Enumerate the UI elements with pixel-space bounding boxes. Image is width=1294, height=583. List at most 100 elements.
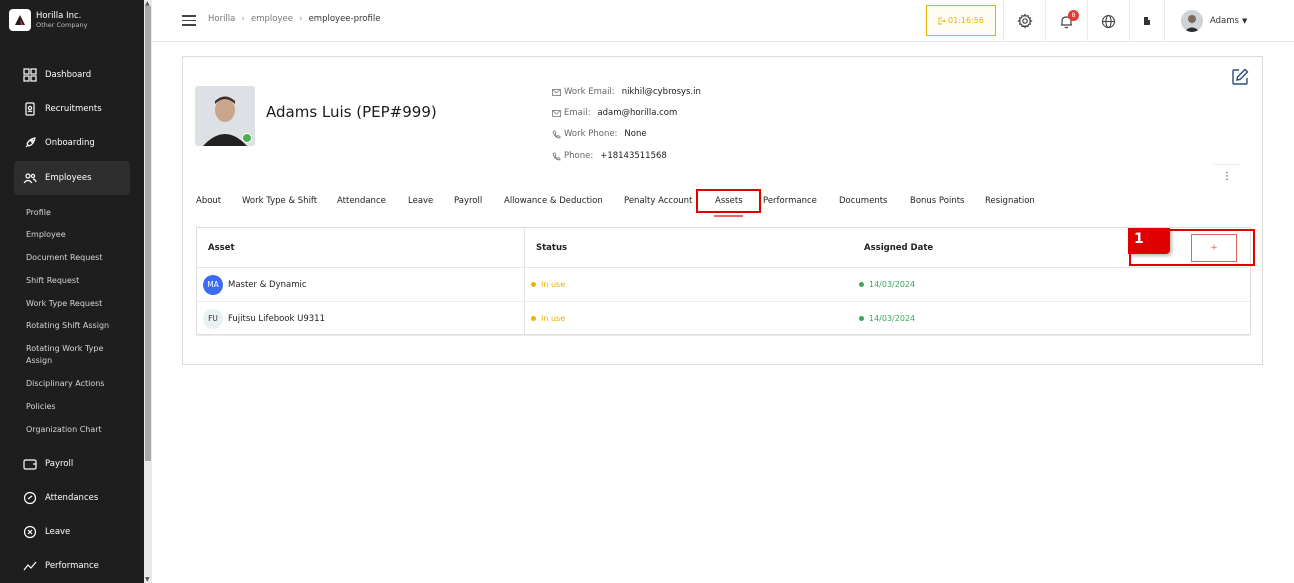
submenu-policies[interactable]: Policies bbox=[26, 401, 126, 413]
add-asset-button[interactable]: + bbox=[1191, 234, 1237, 262]
sidebar-item-leave[interactable]: Leave bbox=[14, 515, 130, 549]
more-options-button[interactable]: ⋮ bbox=[1213, 164, 1241, 188]
status-dot-icon bbox=[531, 316, 536, 321]
sidebar-item-label: Dashboard bbox=[45, 70, 92, 80]
sidebar: Horilla Inc. Other Company Dashboard Rec… bbox=[0, 0, 152, 583]
asset-cell: MA Master & Dynamic bbox=[203, 268, 307, 301]
mail-icon bbox=[552, 88, 561, 96]
plus-icon: + bbox=[1210, 243, 1218, 253]
submenu-organization-chart[interactable]: Organization Chart bbox=[26, 424, 126, 436]
asset-cell: FU Fujitsu Lifebook U9311 bbox=[203, 302, 325, 335]
scrollbar-thumb[interactable] bbox=[145, 6, 151, 461]
tab-performance[interactable]: Performance bbox=[763, 196, 817, 206]
assets-table: Asset Status Assigned Date MA Master & D… bbox=[196, 227, 1251, 336]
submenu-employee[interactable]: Employee bbox=[26, 229, 126, 241]
assigned-date: 14/03/2024 bbox=[869, 280, 916, 289]
sidebar-content: Horilla Inc. Other Company Dashboard Rec… bbox=[0, 0, 144, 583]
tab-leave[interactable]: Leave bbox=[408, 196, 433, 206]
sidebar-scrollbar[interactable]: ▲ ▼ bbox=[144, 0, 152, 583]
clock-out-icon bbox=[938, 17, 946, 24]
tab-penalty-account[interactable]: Penalty Account bbox=[624, 196, 692, 206]
phone-label: Phone: bbox=[564, 151, 594, 161]
company-switch-button[interactable] bbox=[1129, 0, 1164, 42]
sidebar-item-label: Attendances bbox=[45, 493, 99, 503]
edit-profile-button[interactable] bbox=[1231, 68, 1251, 88]
asset-initials-avatar: FU bbox=[203, 308, 223, 329]
submenu-profile[interactable]: Profile bbox=[26, 207, 126, 219]
sidebar-item-label: Performance bbox=[45, 561, 99, 571]
tab-allowance-deduction[interactable]: Allowance & Deduction bbox=[504, 196, 603, 206]
top-header: Horilla › employee › employee-profile 01… bbox=[152, 0, 1294, 42]
table-header-row: Asset Status Assigned Date bbox=[197, 228, 1250, 268]
leave-icon bbox=[22, 524, 38, 540]
asset-status: In use bbox=[541, 280, 566, 289]
date-dot-icon bbox=[859, 282, 864, 287]
date-cell: 14/03/2024 bbox=[859, 268, 915, 301]
employee-name: Adams Luis (PEP#999) bbox=[266, 103, 437, 121]
table-row[interactable]: MA Master & Dynamic In use 14/03/2024 bbox=[197, 268, 1250, 302]
sidebar-item-performance[interactable]: Performance bbox=[14, 549, 130, 583]
work-phone-label: Work Phone: bbox=[564, 129, 618, 139]
tab-documents[interactable]: Documents bbox=[839, 196, 887, 206]
contact-email: Email: adam@horilla.com bbox=[552, 108, 677, 118]
tab-about[interactable]: About bbox=[196, 196, 221, 206]
breadcrumb-horilla[interactable]: Horilla bbox=[208, 14, 235, 24]
sidebar-item-label: Leave bbox=[45, 527, 71, 537]
asset-name: Master & Dynamic bbox=[228, 279, 307, 290]
tab-work-type-shift[interactable]: Work Type & Shift bbox=[242, 196, 317, 206]
submenu-document-request[interactable]: Document Request bbox=[26, 252, 126, 264]
notifications-button[interactable]: 8 bbox=[1045, 0, 1087, 42]
status-dot-icon bbox=[531, 282, 536, 287]
sidebar-item-label: Payroll bbox=[45, 459, 74, 469]
tab-bonus-points[interactable]: Bonus Points bbox=[910, 196, 964, 206]
sidebar-item-employees[interactable]: Employees bbox=[14, 161, 130, 195]
sidebar-item-recruitments[interactable]: Recruitments bbox=[14, 92, 130, 126]
notification-count-badge: 8 bbox=[1068, 10, 1079, 21]
assigned-date: 14/03/2024 bbox=[869, 314, 916, 323]
submenu-rotating-shift-assign[interactable]: Rotating Shift Assign bbox=[26, 320, 126, 332]
tab-attendance[interactable]: Attendance bbox=[337, 196, 386, 206]
sidebar-item-dashboard[interactable]: Dashboard bbox=[14, 58, 130, 92]
status-cell: In use bbox=[531, 302, 565, 335]
globe-icon bbox=[1101, 14, 1116, 28]
email-value: adam@horilla.com bbox=[597, 108, 678, 118]
wallet-icon bbox=[22, 456, 38, 472]
submenu-disciplinary-actions[interactable]: Disciplinary Actions bbox=[26, 378, 126, 390]
sidebar-item-attendances[interactable]: Attendances bbox=[14, 481, 130, 515]
user-menu[interactable]: Adams ▼ bbox=[1164, 0, 1294, 42]
settings-button[interactable] bbox=[1003, 0, 1045, 42]
user-avatar bbox=[1181, 10, 1203, 32]
asset-status: In use bbox=[541, 314, 566, 323]
breadcrumb-employee[interactable]: employee bbox=[251, 14, 293, 24]
column-header-asset: Asset bbox=[208, 242, 235, 253]
language-button[interactable] bbox=[1087, 0, 1129, 42]
work-email-value: nikhil@cybrosys.in bbox=[621, 87, 701, 97]
scroll-down-arrow-icon[interactable]: ▼ bbox=[145, 576, 150, 583]
breadcrumb-employee-profile: employee-profile bbox=[308, 14, 381, 24]
contact-work-email: Work Email: nikhil@cybrosys.in bbox=[552, 87, 701, 97]
submenu-rotating-work-type-assign[interactable]: Rotating Work Type Assign bbox=[26, 343, 126, 367]
email-label: Email: bbox=[564, 108, 591, 118]
sidebar-item-payroll[interactable]: Payroll bbox=[14, 447, 130, 481]
building-icon bbox=[1144, 17, 1150, 25]
contact-work-phone: Work Phone: None bbox=[552, 129, 647, 139]
clock-out-timer-button[interactable]: 01:16:56 bbox=[926, 5, 996, 36]
submenu-work-type-request[interactable]: Work Type Request bbox=[26, 298, 126, 310]
submenu-shift-request[interactable]: Shift Request bbox=[26, 275, 126, 287]
tab-payroll[interactable]: Payroll bbox=[454, 196, 482, 206]
sidebar-item-onboarding[interactable]: Onboarding bbox=[14, 126, 130, 160]
dashboard-grid-icon bbox=[22, 67, 38, 83]
sidebar-item-label: Employees bbox=[45, 173, 92, 183]
tab-resignation[interactable]: Resignation bbox=[985, 196, 1035, 206]
user-name: Adams bbox=[1210, 16, 1239, 26]
table-row[interactable]: FU Fujitsu Lifebook U9311 In use 14/03/2… bbox=[197, 302, 1250, 336]
chevron-down-icon: ▼ bbox=[1241, 17, 1248, 25]
step-number-badge: 1 bbox=[1128, 228, 1170, 254]
attendance-icon bbox=[22, 490, 38, 506]
active-tab-indicator bbox=[714, 215, 743, 217]
horilla-logo-icon bbox=[9, 9, 31, 31]
breadcrumb-separator-icon: › bbox=[298, 14, 303, 24]
hamburger-menu-icon[interactable] bbox=[182, 15, 196, 27]
brand[interactable]: Horilla Inc. Other Company bbox=[9, 9, 87, 31]
date-cell: 14/03/2024 bbox=[859, 302, 915, 335]
